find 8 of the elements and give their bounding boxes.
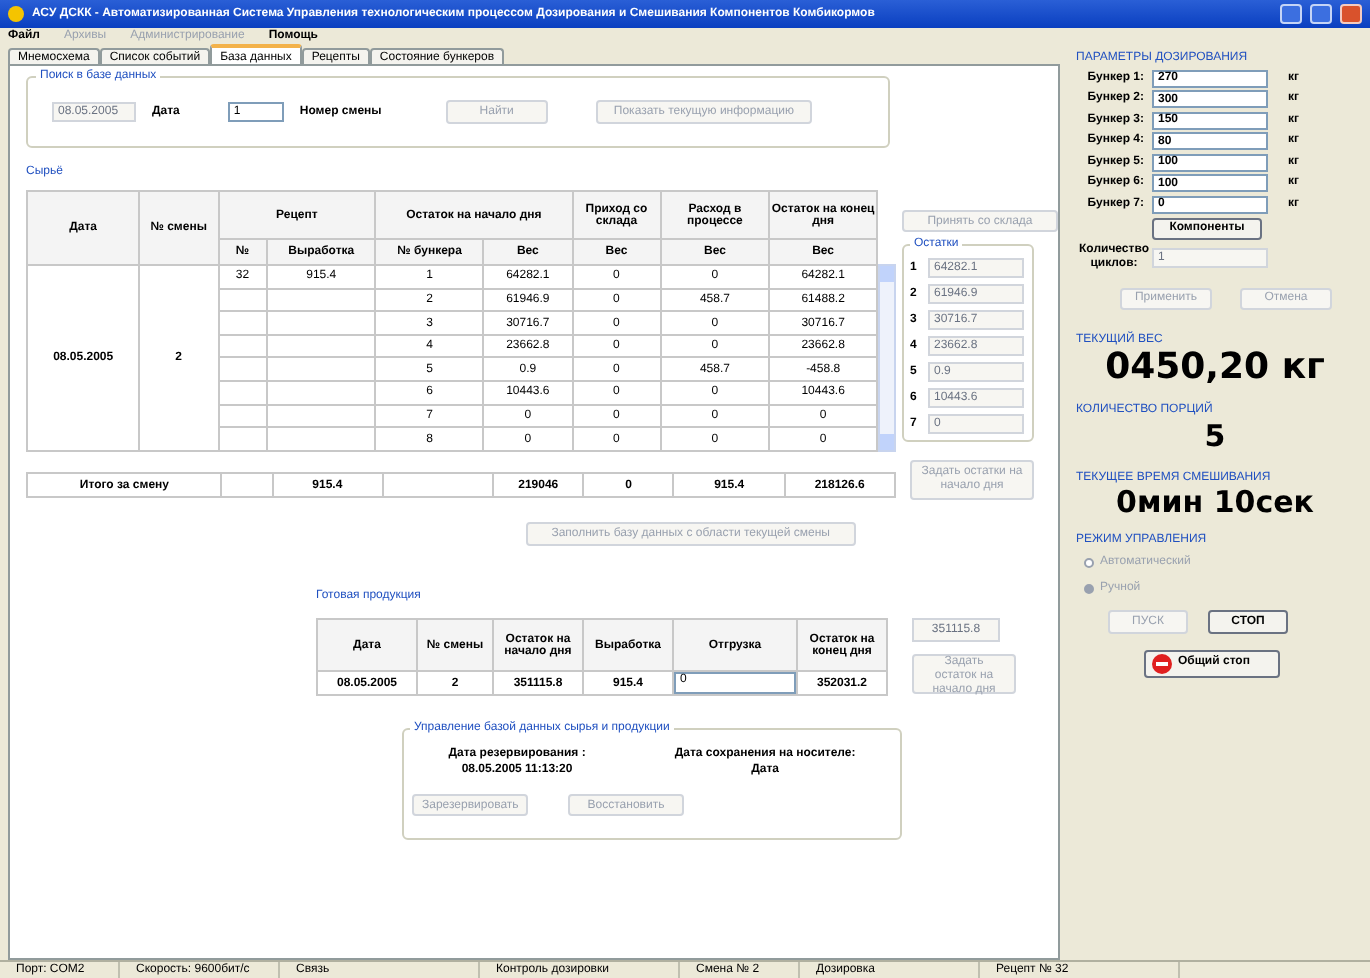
stop-icon xyxy=(1152,653,1172,673)
mixing-time: 0мин 10сек xyxy=(1114,487,1316,517)
portion-count: 5 xyxy=(1202,421,1228,451)
weight-readout: 0450,20 кг xyxy=(1103,349,1327,385)
close-button[interactable] xyxy=(1340,4,1362,24)
app-icon xyxy=(8,6,24,22)
maximize-button[interactable] xyxy=(1310,4,1332,24)
minimize-button[interactable] xyxy=(1280,4,1302,24)
